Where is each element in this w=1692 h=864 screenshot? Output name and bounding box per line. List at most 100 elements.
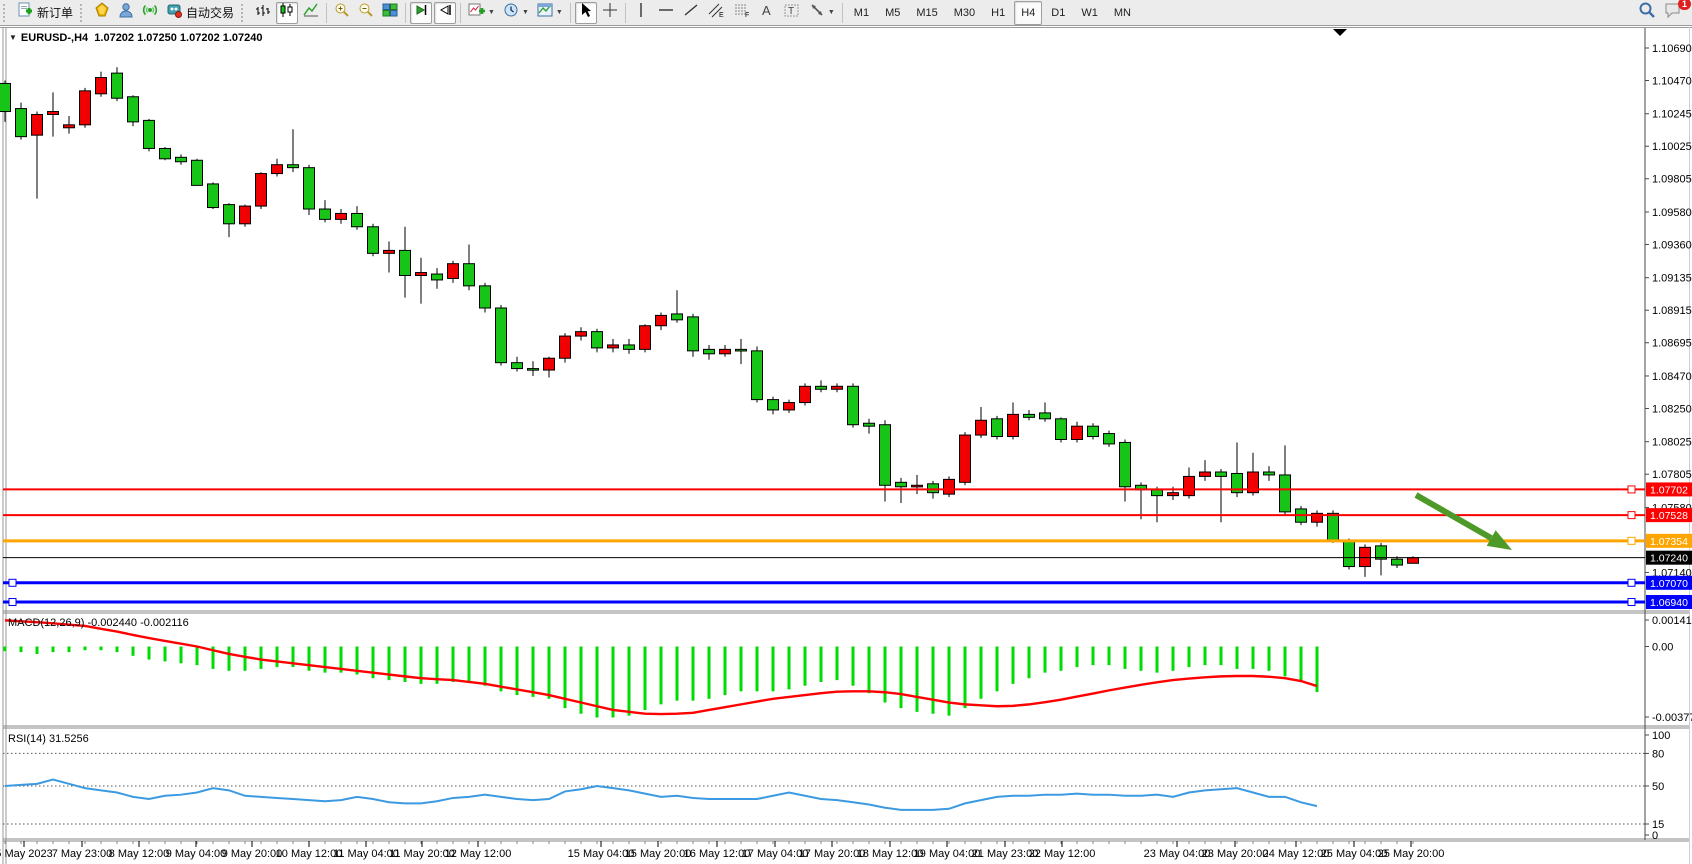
search-button[interactable] [1635, 2, 1659, 24]
text-button[interactable]: A [756, 2, 778, 24]
auto-trading-icon [166, 2, 182, 23]
toolbar-grip [80, 4, 87, 22]
auto-trading-button[interactable]: 自动交易 [163, 2, 237, 24]
svg-text:25 May 20:00: 25 May 20:00 [1378, 848, 1445, 860]
svg-text:A: A [762, 3, 771, 18]
timeframe-button-w1[interactable]: W1 [1074, 1, 1105, 25]
svg-text:1.10470: 1.10470 [1652, 76, 1692, 88]
svg-text:1.10690: 1.10690 [1652, 43, 1692, 55]
cursor-button[interactable] [575, 2, 597, 24]
hline-handle[interactable] [1628, 579, 1635, 586]
notifications-button[interactable]: 1 [1661, 2, 1685, 24]
auto-scroll-icon [413, 2, 429, 23]
svg-text:T: T [788, 6, 794, 17]
chart-ohlc-values: 1.07202 1.07250 1.07202 1.07240 [94, 32, 262, 44]
toolbar-separator [326, 3, 327, 23]
hline-handle[interactable] [1628, 512, 1635, 519]
svg-text:E: E [719, 12, 724, 18]
svg-text:F: F [745, 12, 749, 18]
hline-handle[interactable] [1628, 598, 1635, 605]
indicators-button[interactable]: ▼ [465, 2, 498, 24]
trendline-button[interactable] [680, 2, 702, 24]
dropdown-arrow-icon: ▼ [556, 9, 563, 16]
svg-text:1.07354: 1.07354 [1650, 536, 1688, 548]
new-order-button[interactable]: 新订单 [14, 2, 76, 24]
svg-text:1.07528: 1.07528 [1650, 510, 1688, 522]
chart-collapse-icon[interactable]: ▼ [9, 33, 17, 42]
tile-windows-button[interactable] [379, 2, 401, 24]
chart-canvas[interactable]: 1.106901.104701.102451.100251.098051.095… [0, 27, 1692, 864]
svg-text:1.07805: 1.07805 [1652, 469, 1692, 481]
timeframe-button-h4[interactable]: H4 [1014, 1, 1042, 25]
chart-window[interactable]: 1.106901.104701.102451.100251.098051.095… [0, 27, 1692, 864]
zoom-in-button[interactable] [331, 2, 353, 24]
timeframe-button-d1[interactable]: D1 [1044, 1, 1072, 25]
toolbar-separator [842, 3, 843, 23]
periods-button[interactable]: ▼ [500, 2, 532, 24]
svg-text:5 May 2023: 5 May 2023 [0, 848, 53, 860]
svg-text:12 May 12:00: 12 May 12:00 [445, 848, 512, 860]
hline-handle[interactable] [1628, 537, 1635, 544]
gold-icon [94, 2, 110, 23]
timeframe-button-m15[interactable]: M15 [909, 1, 944, 25]
timeframe-button-m1[interactable]: M1 [847, 1, 876, 25]
trendline-icon [683, 2, 699, 23]
auto-trading-label: 自动交易 [186, 4, 234, 21]
svg-text:1.07240: 1.07240 [1650, 553, 1688, 565]
new-order-label: 新订单 [37, 4, 73, 21]
vertical-line-button[interactable] [630, 2, 652, 24]
svg-text:0.001418: 0.001418 [1652, 615, 1692, 627]
channel-button[interactable]: E [704, 2, 728, 24]
crosshair-button[interactable] [599, 2, 621, 24]
hline-handle[interactable] [1628, 486, 1635, 493]
templates-button[interactable]: ▼ [534, 2, 566, 24]
rsi-indicator-label: RSI(14) 31.5256 [8, 733, 89, 745]
chart-shift-button[interactable] [434, 2, 456, 24]
svg-text:0: 0 [1652, 830, 1658, 842]
bar-chart-button[interactable] [252, 2, 274, 24]
text-icon: A [760, 2, 774, 23]
search-icon [1638, 1, 1656, 24]
candle-chart-button[interactable] [276, 2, 298, 24]
bar-chart-icon [255, 2, 271, 23]
arrows-tool-button[interactable]: ▼ [806, 2, 838, 24]
svg-text:1.07702: 1.07702 [1650, 484, 1688, 496]
svg-text:-0.003777: -0.003777 [1652, 712, 1692, 724]
timeframe-button-mn[interactable]: MN [1107, 1, 1138, 25]
zoom-out-button[interactable] [355, 2, 377, 24]
svg-text:17 May 20:00: 17 May 20:00 [799, 848, 866, 860]
template-icon [537, 2, 553, 23]
signals-button[interactable] [139, 2, 161, 24]
svg-text:1.07070: 1.07070 [1650, 578, 1688, 590]
svg-text:24 May 12:00: 24 May 12:00 [1263, 848, 1330, 860]
svg-text:8 May 12:00: 8 May 12:00 [109, 848, 170, 860]
dropdown-arrow-icon: ▼ [828, 9, 835, 16]
fibonacci-button[interactable]: F [730, 2, 754, 24]
profile-button[interactable] [115, 2, 137, 24]
timeframe-button-h1[interactable]: H1 [984, 1, 1012, 25]
chart-title: ▼EURUSD-,H4 1.07202 1.07250 1.07202 1.07… [9, 32, 263, 44]
auto-scroll-button[interactable] [410, 2, 432, 24]
hline-handle[interactable] [9, 598, 16, 605]
toolbar-grip [3, 4, 10, 22]
hline-handle[interactable] [9, 579, 16, 586]
horizontal-line-icon [657, 2, 675, 23]
cursor-icon [578, 2, 594, 23]
zoom-in-icon [334, 2, 350, 23]
svg-text:50: 50 [1652, 781, 1664, 793]
toolbar-grip [241, 4, 248, 22]
horizontal-line-button[interactable] [654, 2, 678, 24]
svg-text:1.08695: 1.08695 [1652, 338, 1692, 350]
radar-icon [142, 2, 158, 23]
candle-chart-icon [279, 2, 295, 23]
toolbar: 新订单 自动交易 ▼ ▼ ▼ E F A T ▼ M1M5M15M30H1H4D… [0, 0, 1692, 26]
svg-text:1.08025: 1.08025 [1652, 437, 1692, 449]
timeframe-group: M1M5M15M30H1H4D1W1MN [846, 1, 1139, 25]
notification-badge: 1 [1678, 0, 1691, 10]
timeframe-button-m5[interactable]: M5 [878, 1, 907, 25]
text-label-button[interactable]: T [780, 2, 804, 24]
text-label-icon: T [783, 2, 801, 23]
timeframe-button-m30[interactable]: M30 [947, 1, 982, 25]
line-chart-button[interactable] [300, 2, 322, 24]
market-watch-button[interactable] [91, 2, 113, 24]
